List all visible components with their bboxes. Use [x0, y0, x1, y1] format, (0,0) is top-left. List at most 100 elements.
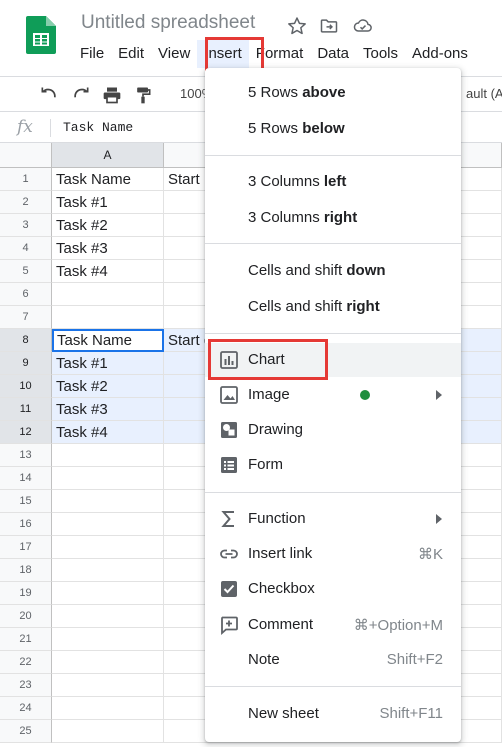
row-header[interactable]: 8: [0, 329, 52, 352]
menu-item-checkbox[interactable]: Checkbox: [205, 572, 461, 606]
cell-a[interactable]: [52, 536, 164, 559]
row-header[interactable]: 13: [0, 444, 52, 467]
formula-input[interactable]: Task Name: [63, 120, 133, 135]
row-header[interactable]: 9: [0, 352, 52, 375]
shift-right-prefix: Cells and shift: [248, 298, 347, 315]
row-header[interactable]: 1: [0, 168, 52, 191]
row-header[interactable]: 24: [0, 697, 52, 720]
cell-a[interactable]: [52, 582, 164, 605]
row-header[interactable]: 5: [0, 260, 52, 283]
document-title[interactable]: Untitled spreadsheet: [81, 12, 255, 34]
menu-data[interactable]: Data: [310, 40, 356, 68]
menu-item-form[interactable]: Form: [205, 448, 461, 482]
row-header[interactable]: 17: [0, 536, 52, 559]
cell-a[interactable]: [52, 605, 164, 628]
menu-insert[interactable]: Insert: [197, 40, 249, 68]
menu-tools[interactable]: Tools: [356, 40, 405, 68]
row-header[interactable]: 6: [0, 283, 52, 306]
chart-icon: [220, 351, 238, 369]
cell-a[interactable]: [52, 674, 164, 697]
font-select[interactable]: ault (Ar: [466, 86, 502, 101]
cell-a[interactable]: Task #4: [52, 421, 164, 444]
star-icon[interactable]: [287, 16, 307, 36]
paint-format-icon[interactable]: [132, 85, 154, 105]
menu-item-image[interactable]: Image: [205, 378, 461, 412]
row-header[interactable]: 15: [0, 490, 52, 513]
row-header[interactable]: 19: [0, 582, 52, 605]
column-header-a[interactable]: A: [52, 143, 164, 168]
cell-a[interactable]: [52, 697, 164, 720]
row-header[interactable]: 7: [0, 306, 52, 329]
menu-item-function[interactable]: Function: [205, 502, 461, 536]
row-header[interactable]: 20: [0, 605, 52, 628]
row-header[interactable]: 14: [0, 467, 52, 490]
row-header[interactable]: 16: [0, 513, 52, 536]
cell-a[interactable]: Task #4: [52, 260, 164, 283]
menu-separator: [205, 155, 461, 156]
cell-a[interactable]: Task #1: [52, 191, 164, 214]
row-header[interactable]: 22: [0, 651, 52, 674]
cell-a[interactable]: [52, 628, 164, 651]
cloud-status-icon[interactable]: [352, 16, 374, 36]
menu-item-columns-left[interactable]: 3 Columns left: [205, 165, 461, 199]
menu-item-insert-link[interactable]: Insert link ⌘K: [205, 537, 461, 571]
row-header[interactable]: 11: [0, 398, 52, 421]
row-header[interactable]: 10: [0, 375, 52, 398]
row-header[interactable]: 23: [0, 674, 52, 697]
cell-a[interactable]: Task Name: [52, 168, 164, 191]
cell-a[interactable]: [52, 467, 164, 490]
cell-a[interactable]: [52, 513, 164, 536]
undo-icon[interactable]: [38, 85, 60, 105]
shift-down-bold: down: [346, 262, 386, 279]
menu-separator: [205, 492, 461, 493]
cell-a[interactable]: Task #2: [52, 214, 164, 237]
row-header[interactable]: 3: [0, 214, 52, 237]
cell-a[interactable]: [52, 283, 164, 306]
menubar: File Edit View Insert Format Data Tools …: [73, 40, 475, 68]
note-label: Note: [248, 651, 280, 668]
menu-add-ons[interactable]: Add-ons: [405, 40, 475, 68]
cell-a[interactable]: Task #1: [52, 352, 164, 375]
cell-a[interactable]: Task #3: [52, 237, 164, 260]
row-header[interactable]: 2: [0, 191, 52, 214]
cell-a[interactable]: Task #3: [52, 398, 164, 421]
select-all-corner[interactable]: [0, 143, 52, 168]
row-header[interactable]: 18: [0, 559, 52, 582]
function-label: Function: [248, 510, 306, 527]
row-header[interactable]: 4: [0, 237, 52, 260]
redo-icon[interactable]: [70, 85, 92, 105]
cell-a[interactable]: [52, 559, 164, 582]
cell-a[interactable]: [52, 720, 164, 743]
menu-item-rows-above[interactable]: 5 Rows above: [205, 76, 461, 110]
move-to-folder-icon[interactable]: [319, 16, 339, 36]
menu-item-cells-shift-right[interactable]: Cells and shift right: [205, 290, 461, 324]
sheets-logo-icon[interactable]: [26, 16, 56, 54]
formula-divider: [50, 119, 51, 137]
note-shortcut: Shift+F2: [386, 651, 443, 668]
menu-item-cells-shift-down[interactable]: Cells and shift down: [205, 254, 461, 288]
row-header[interactable]: 25: [0, 720, 52, 743]
menu-item-chart[interactable]: Chart: [205, 343, 461, 377]
new-feature-dot: [360, 390, 370, 400]
menu-format[interactable]: Format: [249, 40, 311, 68]
cell-a[interactable]: [52, 651, 164, 674]
menu-edit[interactable]: Edit: [111, 40, 151, 68]
menu-file[interactable]: File: [73, 40, 111, 68]
menu-item-new-sheet[interactable]: New sheet Shift+F11: [205, 697, 461, 731]
cell-a[interactable]: [52, 444, 164, 467]
menu-item-comment[interactable]: Comment ⌘+Option+M: [205, 608, 461, 642]
menu-view[interactable]: View: [151, 40, 197, 68]
cell-a[interactable]: Task #2: [52, 375, 164, 398]
menu-item-drawing[interactable]: Drawing: [205, 413, 461, 447]
cell-a[interactable]: [52, 306, 164, 329]
row-header[interactable]: 12: [0, 421, 52, 444]
checkbox-label: Checkbox: [248, 580, 315, 597]
menu-item-rows-below[interactable]: 5 Rows below: [205, 112, 461, 146]
menu-item-note[interactable]: Note Shift+F2: [205, 643, 461, 677]
cell-a[interactable]: Task Name: [52, 329, 164, 352]
print-icon[interactable]: [101, 85, 123, 105]
menu-item-columns-right[interactable]: 3 Columns right: [205, 201, 461, 235]
cell-a[interactable]: [52, 490, 164, 513]
row-header[interactable]: 21: [0, 628, 52, 651]
form-label: Form: [248, 456, 283, 473]
